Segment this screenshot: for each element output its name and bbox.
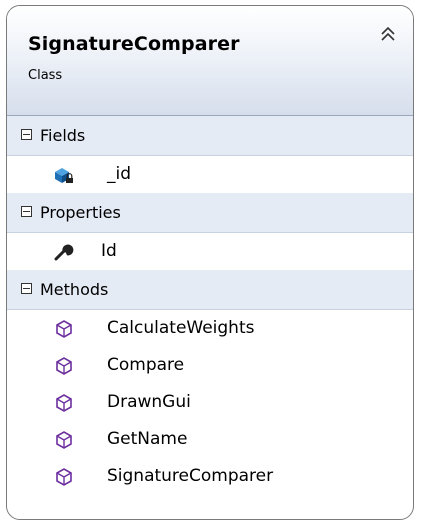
class-header[interactable]: SignatureComparer Class [7, 6, 413, 116]
member-row-method[interactable]: CalculateWeights [7, 310, 413, 347]
member-row-method[interactable]: GetName [7, 421, 413, 458]
property-name: Id [101, 241, 117, 261]
private-field-icon [55, 168, 73, 183]
collapse-box-icon[interactable] [21, 283, 32, 294]
member-row-field[interactable]: _id [7, 156, 413, 193]
method-cube-icon [56, 431, 72, 449]
member-row-method[interactable]: SignatureComparer [7, 458, 413, 495]
class-kind: Class [28, 68, 63, 83]
class-diagram-shape[interactable]: SignatureComparer Class Fields _id Prope… [6, 5, 414, 520]
section-label: Methods [40, 280, 109, 299]
section-label: Fields [40, 126, 86, 145]
section-label: Properties [40, 203, 121, 222]
member-row-property[interactable]: Id [7, 233, 413, 270]
method-name: Compare [107, 355, 185, 375]
section-header-fields[interactable]: Fields [7, 116, 413, 156]
double-chevron-up-icon[interactable] [379, 25, 397, 43]
member-row-method[interactable]: DrawnGui [7, 384, 413, 421]
collapse-box-icon[interactable] [21, 206, 32, 217]
method-name: CalculateWeights [107, 318, 255, 338]
section-header-properties[interactable]: Properties [7, 193, 413, 233]
method-name: DrawnGui [107, 392, 191, 412]
method-cube-icon [56, 468, 72, 486]
class-body: Fields _id Properties Id Methods Calcula… [7, 116, 413, 495]
method-cube-icon [56, 394, 72, 412]
collapse-box-icon[interactable] [21, 129, 32, 140]
field-name: _id [107, 164, 132, 184]
method-name: SignatureComparer [107, 466, 274, 486]
method-cube-icon [56, 357, 72, 375]
class-name: SignatureComparer [28, 33, 240, 55]
member-row-method[interactable]: Compare [7, 347, 413, 384]
section-header-methods[interactable]: Methods [7, 270, 413, 310]
method-cube-icon [56, 320, 72, 338]
method-name: GetName [107, 429, 188, 449]
property-wrench-icon [54, 244, 74, 261]
